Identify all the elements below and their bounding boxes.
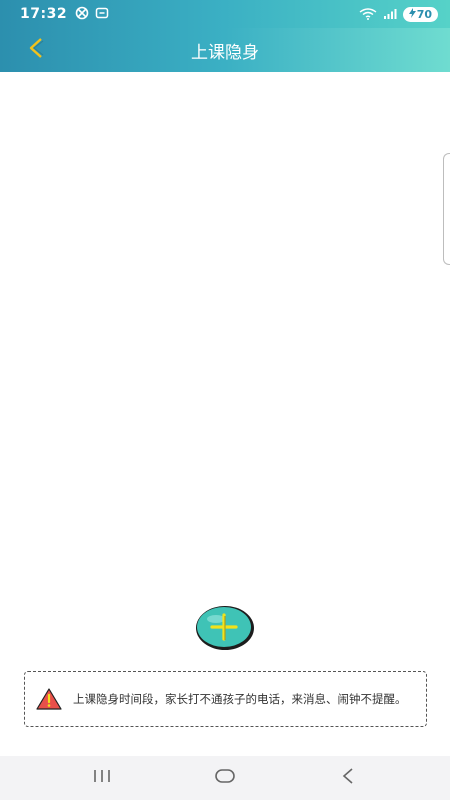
add-period-button[interactable] — [194, 604, 256, 652]
system-back-button[interactable] — [328, 763, 368, 793]
warning-triangle-icon — [35, 687, 63, 711]
recent-apps-button[interactable] — [82, 763, 122, 793]
home-button[interactable] — [205, 763, 245, 793]
navigation-bar — [0, 756, 450, 800]
page-title: 上课隐身 — [191, 42, 259, 63]
recent-apps-icon — [92, 768, 112, 788]
chevron-left-icon — [27, 37, 45, 63]
alarm-off-icon — [75, 5, 89, 24]
battery-charging-icon — [408, 7, 416, 21]
side-drawer-handle[interactable] — [443, 153, 450, 265]
status-bar: 17:32 70 — [0, 0, 450, 28]
notice-box: 上课隐身时间段，家长打不通孩子的电话，来消息、闹钟不提醒。 — [24, 671, 427, 727]
home-icon — [214, 768, 236, 788]
status-time: 17:32 — [20, 6, 68, 22]
back-icon — [341, 767, 355, 789]
title-bar: 上课隐身 — [0, 28, 450, 72]
status-right: 70 — [359, 5, 438, 24]
wifi-icon — [359, 5, 377, 24]
battery-indicator: 70 — [402, 6, 438, 22]
battery-level: 70 — [416, 7, 432, 21]
screen-capture-icon — [95, 5, 109, 24]
notice-text: 上课隐身时间段，家长打不通孩子的电话，来消息、闹钟不提醒。 — [73, 692, 407, 706]
signal-icon — [383, 5, 397, 24]
plus-icon — [194, 606, 256, 656]
back-button[interactable] — [22, 36, 50, 64]
status-left-icons — [75, 5, 109, 24]
